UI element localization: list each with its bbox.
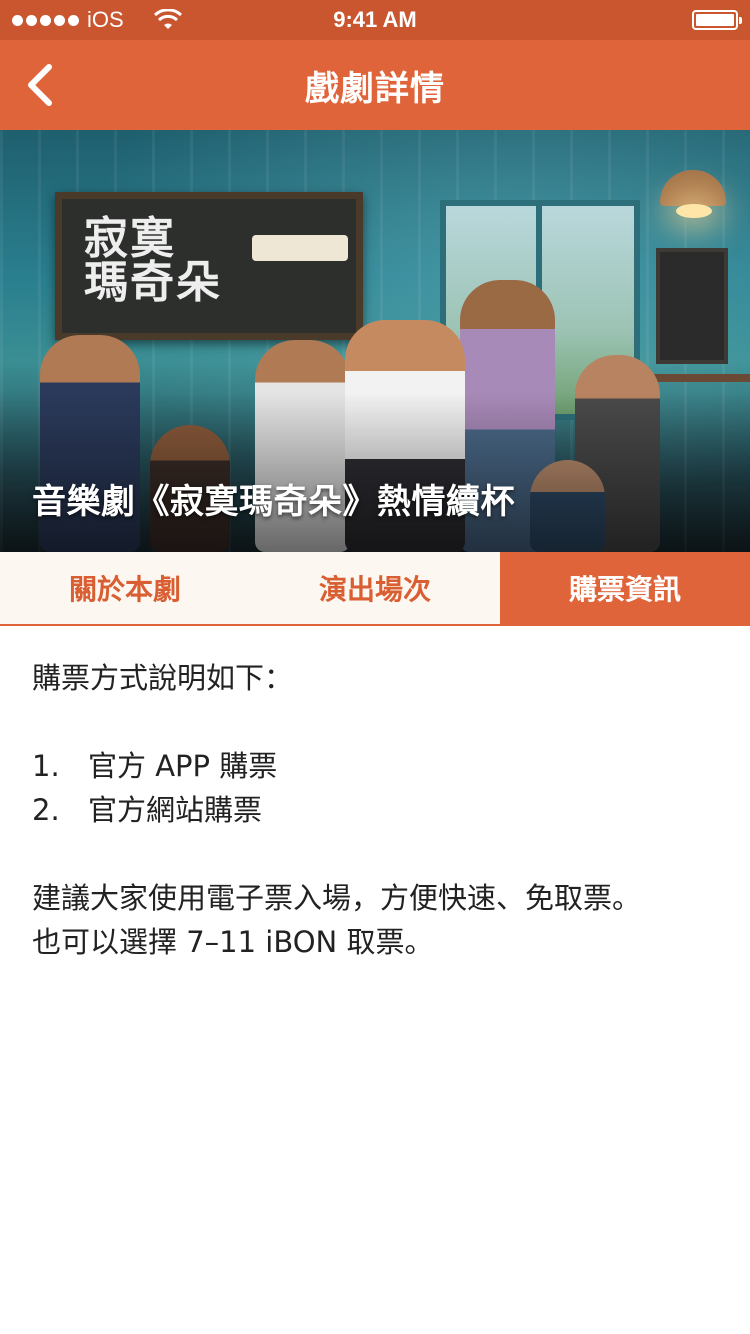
list-item-text: 官方 APP 購票: [88, 749, 278, 783]
chalkboard-title: 寂寞 瑪奇朵: [84, 213, 222, 308]
chevron-left-icon: [28, 64, 52, 106]
tab-ticket-info[interactable]: 購票資訊: [500, 552, 750, 624]
ticket-info-content: 購票方式說明如下： 1. 官方 APP 購票 2. 官方網站購票 建議大家使用電…: [32, 656, 722, 964]
navigation-bar: 戲劇詳情: [0, 40, 750, 130]
list-item-text: 官方網站購票: [88, 793, 263, 827]
tab-about[interactable]: 關於本劇: [0, 552, 250, 624]
chalkboard-badge: [252, 235, 348, 261]
ticket-info-intro: 購票方式說明如下：: [32, 661, 294, 695]
menu-board-illustration: [656, 248, 728, 364]
list-item: 1. 官方 APP 購票: [32, 744, 722, 788]
back-button[interactable]: [10, 54, 70, 116]
status-left: iOS: [12, 7, 182, 33]
chalkboard-logo: 寂寞 瑪奇朵: [55, 192, 363, 340]
carrier-label: iOS: [87, 7, 124, 32]
list-item: 2. 官方網站購票: [32, 788, 722, 832]
ticket-note-line-1: 建議大家使用電子票入場，方便快速、免取票。: [32, 881, 642, 915]
hero-banner-image: 寂寞 瑪奇朵 音樂劇《寂寞瑪奇朵》熱情續杯: [0, 130, 750, 552]
signal-strength-icon: [12, 14, 79, 26]
list-item-number: 2.: [32, 793, 60, 827]
wifi-icon: [153, 9, 182, 29]
ticket-note-line-2: 也可以選擇 7–11 iBON 取票。: [32, 925, 434, 959]
tab-showtimes[interactable]: 演出場次: [250, 552, 500, 624]
battery-icon: [692, 10, 742, 30]
tab-bar: 關於本劇 演出場次 購票資訊: [0, 552, 750, 626]
status-bar: iOS 9:41 AM: [0, 0, 750, 40]
list-item-number: 1.: [32, 749, 60, 783]
page-title: 戲劇詳情: [305, 68, 445, 109]
hero-caption: 音樂劇《寂寞瑪奇朵》熱情續杯: [32, 482, 515, 522]
